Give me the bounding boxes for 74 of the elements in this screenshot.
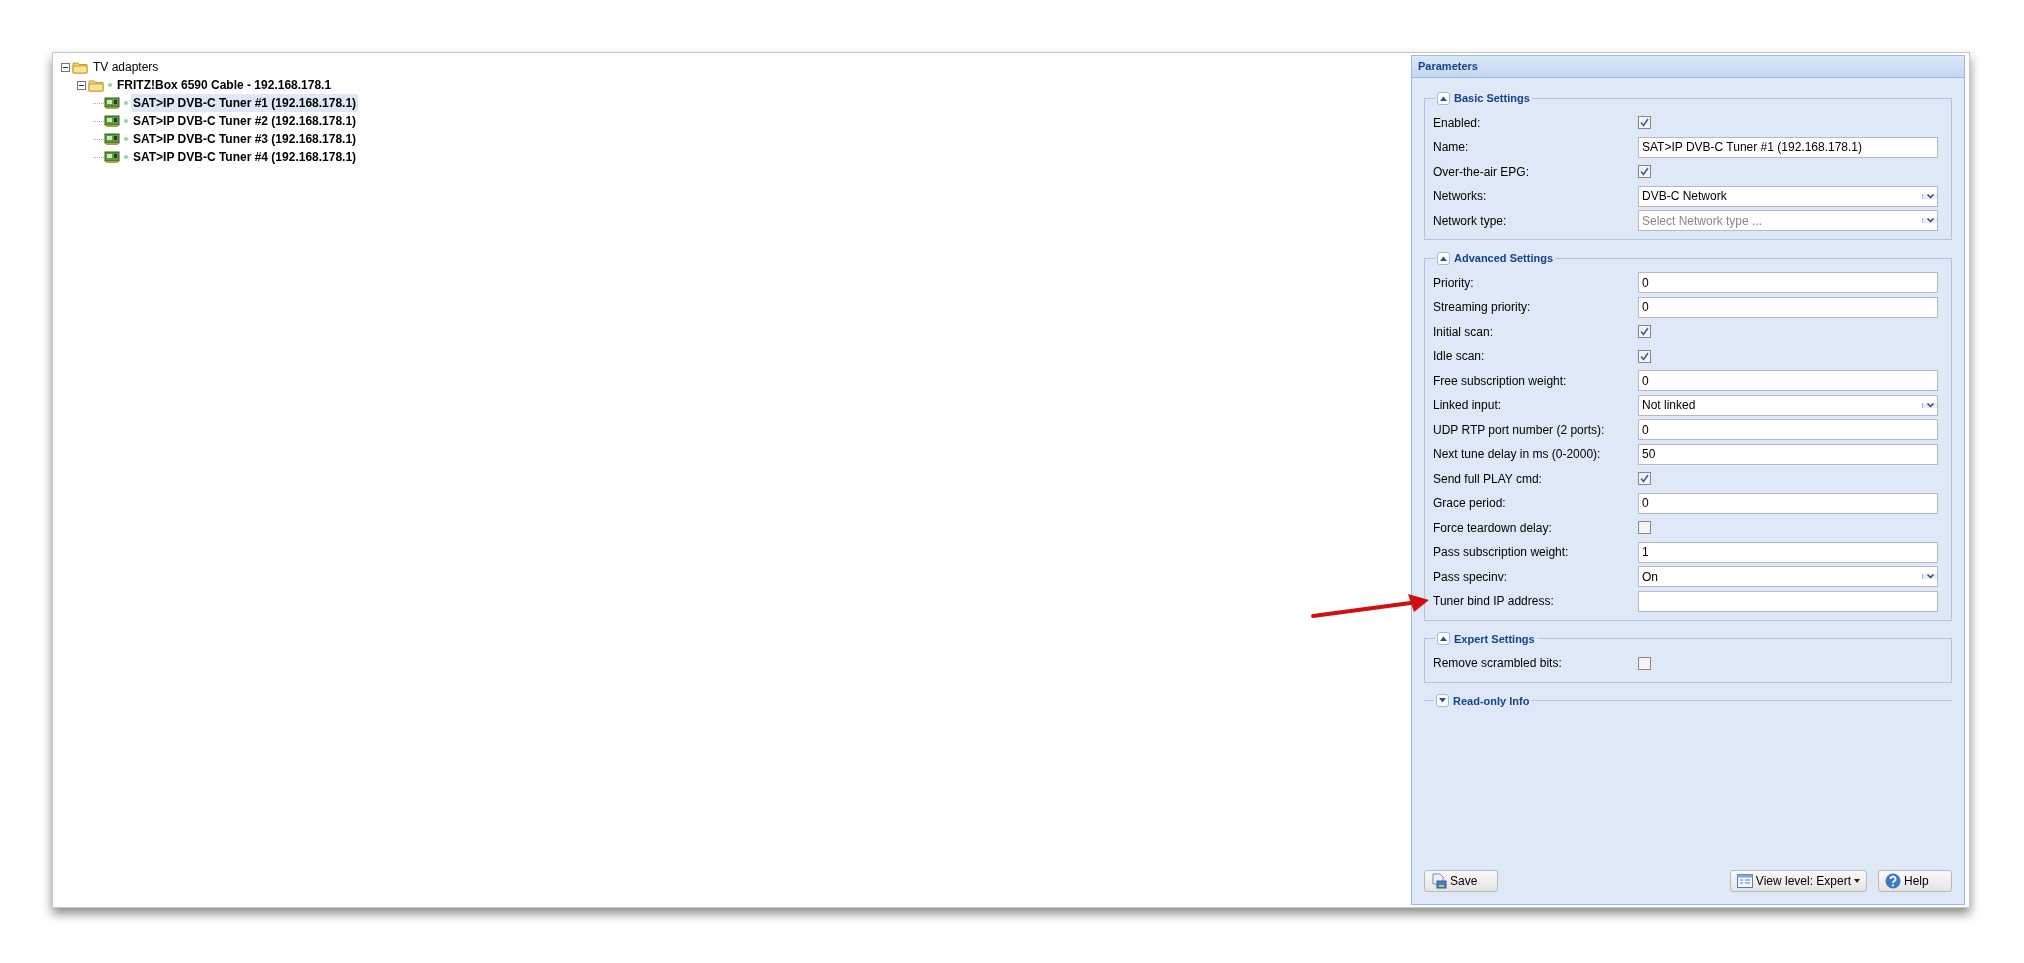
field-label: UDP RTP port number (2 ports): <box>1433 421 1606 439</box>
section-title: Basic Settings <box>1454 91 1530 106</box>
section-title: Expert Settings <box>1454 631 1535 647</box>
panel-title: Parameters <box>1418 59 1478 75</box>
text-field[interactable]: 1 <box>1638 541 1938 563</box>
tree-item[interactable]: SAT>IP DVB-C Tuner #1 (192.168.178.1) <box>131 94 359 112</box>
checkbox[interactable] <box>1638 521 1651 535</box>
field-label: Pass specinv: <box>1433 568 1509 586</box>
chevron-down-icon[interactable] <box>1922 574 1937 580</box>
dropdown-field[interactable]: Not linked <box>1638 394 1938 416</box>
field-label: Pass subscription weight: <box>1433 544 1570 562</box>
collapse-toggle-icon[interactable] <box>1436 694 1449 708</box>
text-field[interactable]: 0 <box>1638 272 1938 294</box>
tree-item[interactable]: FRITZ!Box 6590 Cable - 192.168.178.1 <box>115 76 334 94</box>
field-label: Force teardown delay: <box>1433 519 1553 537</box>
chevron-down-icon[interactable] <box>1922 402 1937 408</box>
tree-item[interactable]: SAT>IP DVB-C Tuner #4 (192.168.178.1) <box>131 148 359 166</box>
list-window-icon <box>1736 874 1753 888</box>
text-field[interactable]: 50 <box>1638 443 1938 465</box>
field-label: Priority: <box>1433 274 1475 292</box>
text-field[interactable]: SAT>IP DVB-C Tuner #1 (192.168.178.1) <box>1638 136 1938 158</box>
help-icon <box>1885 873 1901 889</box>
section-title: Read-only Info <box>1453 693 1530 709</box>
dropdown-field[interactable]: Select Network type ... <box>1638 210 1938 232</box>
tuner-card-icon <box>104 151 120 163</box>
help-button[interactable]: Help <box>1878 870 1952 892</box>
checkbox[interactable] <box>1638 349 1651 363</box>
field-label: Enabled: <box>1433 114 1482 132</box>
folder-icon <box>88 78 104 92</box>
text-field[interactable] <box>1638 590 1938 612</box>
checkbox[interactable] <box>1638 656 1651 670</box>
tree-item[interactable]: SAT>IP DVB-C Tuner #2 (192.168.178.1) <box>131 112 359 130</box>
tuner-card-icon <box>104 133 120 145</box>
collapse-toggle-icon[interactable] <box>1437 91 1450 105</box>
save-button[interactable]: Save <box>1424 870 1498 892</box>
collapse-toggle-icon[interactable] <box>61 62 70 72</box>
field-label: Over-the-air EPG: <box>1433 163 1531 181</box>
floppy-disk-icon <box>1431 873 1447 889</box>
field-label: Initial scan: <box>1433 323 1495 341</box>
collapse-toggle-icon[interactable] <box>1437 251 1450 265</box>
dropdown-field[interactable]: DVB-C Network <box>1638 185 1938 207</box>
collapse-toggle-icon[interactable] <box>77 80 86 90</box>
chevron-down-icon[interactable] <box>1922 218 1937 224</box>
text-field[interactable]: 0 <box>1638 492 1938 514</box>
field-label: Send full PLAY cmd: <box>1433 470 1543 488</box>
text-field[interactable]: 0 <box>1638 419 1938 441</box>
view-level-button[interactable]: View level: Expert <box>1729 870 1867 892</box>
field-label: Tuner bind IP address: <box>1433 593 1555 611</box>
field-label: Network type: <box>1433 212 1508 230</box>
checkbox[interactable] <box>1638 325 1651 339</box>
checkbox[interactable] <box>1638 472 1651 486</box>
caret-icon <box>1854 879 1860 883</box>
text-field[interactable]: 0 <box>1638 296 1938 318</box>
field-label: Streaming priority: <box>1433 299 1532 317</box>
tree-item[interactable]: SAT>IP DVB-C Tuner #3 (192.168.178.1) <box>131 130 359 148</box>
folder-icon <box>72 60 88 74</box>
field-label: Networks: <box>1433 188 1488 206</box>
text-field[interactable]: 0 <box>1638 370 1938 392</box>
field-label: Linked input: <box>1433 397 1503 415</box>
collapse-toggle-icon[interactable] <box>1437 632 1450 646</box>
tree-item[interactable]: TV adapters <box>91 58 161 76</box>
dropdown-field[interactable]: On <box>1638 566 1938 588</box>
tuner-card-icon <box>104 115 120 127</box>
checkbox[interactable] <box>1638 116 1651 130</box>
tuner-card-icon <box>104 97 120 109</box>
field-label: Idle scan: <box>1433 348 1486 366</box>
field-label: Free subscription weight: <box>1433 372 1568 390</box>
field-label: Name: <box>1433 139 1470 157</box>
checkbox[interactable] <box>1638 165 1651 179</box>
field-label: Grace period: <box>1433 495 1507 513</box>
field-label: Next tune delay in ms (0-2000): <box>1433 446 1602 464</box>
field-label: Remove scrambled bits: <box>1433 655 1563 673</box>
section-title: Advanced Settings <box>1454 251 1554 266</box>
chevron-down-icon[interactable] <box>1922 193 1937 199</box>
